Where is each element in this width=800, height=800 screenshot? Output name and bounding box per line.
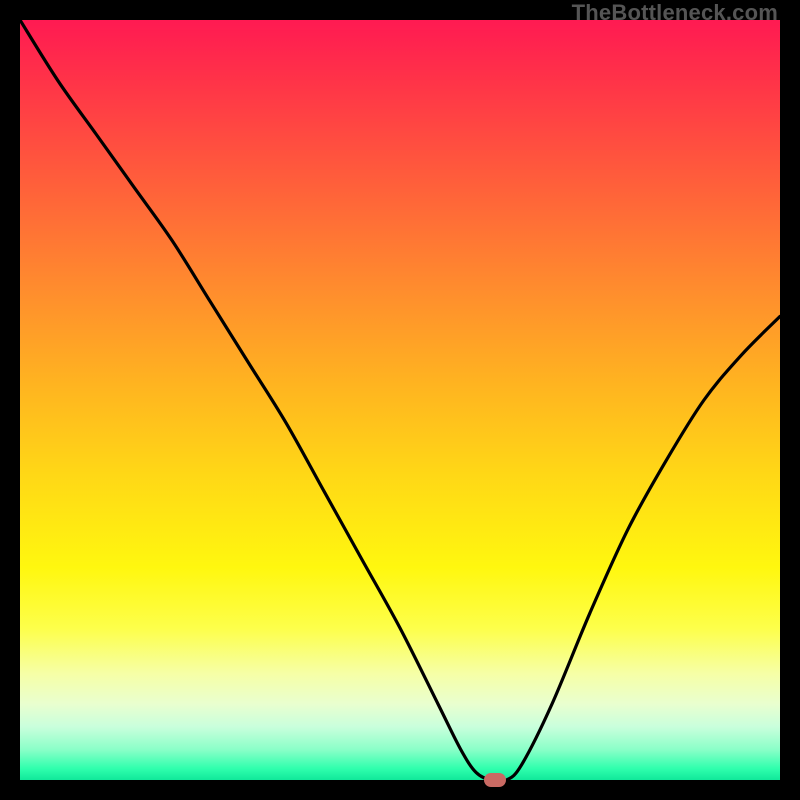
optimal-point-marker	[484, 773, 506, 787]
plot-area	[20, 20, 780, 780]
bottleneck-curve	[20, 20, 780, 780]
chart-frame: TheBottleneck.com	[0, 0, 800, 800]
